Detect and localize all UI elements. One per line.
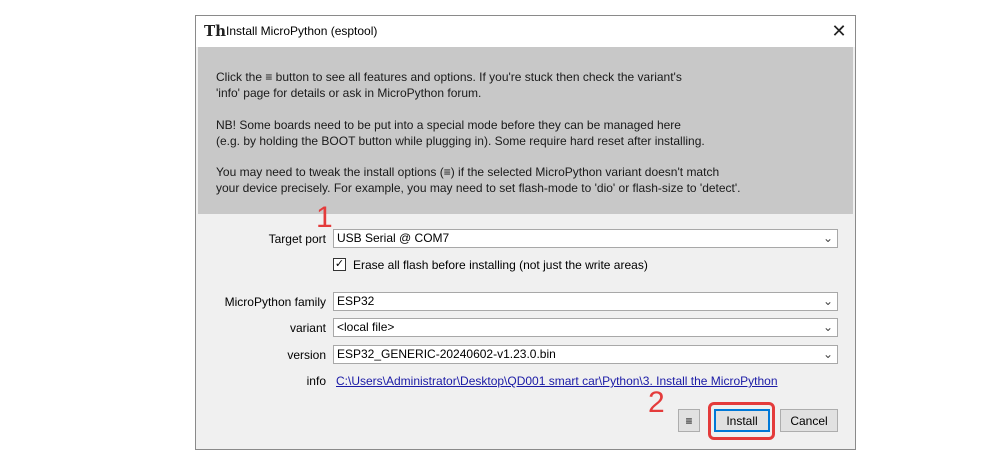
info-link[interactable]: C:\Users\Administrator\Desktop\QD001 sma… bbox=[336, 374, 778, 388]
info-text-line: your device precisely. For example, you … bbox=[216, 181, 741, 195]
info-panel: Click the ≡ button to see all features a… bbox=[198, 47, 853, 214]
info-text-line: (e.g. by holding the BOOT button while p… bbox=[216, 134, 705, 148]
target-port-value: USB Serial @ COM7 bbox=[337, 231, 450, 245]
step-1-annotation: 1 bbox=[316, 201, 333, 234]
chevron-down-icon: ⌄ bbox=[822, 294, 833, 308]
info-text-line: You may need to tweak the install option… bbox=[216, 165, 720, 179]
cancel-button[interactable]: Cancel bbox=[780, 409, 838, 432]
target-port-select[interactable]: USB Serial @ COM7 ⌄ bbox=[333, 229, 838, 248]
variant-value: <local file> bbox=[337, 320, 395, 334]
erase-flash-label[interactable]: Erase all flash before installing (not j… bbox=[353, 258, 648, 272]
erase-flash-checkbox[interactable]: ✓ bbox=[333, 258, 346, 271]
info-text-line: 'info' page for details or ask in MicroP… bbox=[216, 86, 482, 100]
family-value: ESP32 bbox=[337, 294, 375, 308]
family-label: MicroPython family bbox=[224, 295, 326, 309]
chevron-down-icon: ⌄ bbox=[822, 231, 833, 245]
thonny-app-icon: Th bbox=[204, 22, 227, 40]
info-text-line: Click the ≡ button to see all features a… bbox=[216, 70, 682, 84]
step-2-annotation: 2 bbox=[648, 386, 665, 419]
variant-label: variant bbox=[289, 321, 326, 335]
target-port-label: Target port bbox=[268, 232, 326, 246]
title-bar: Th Install MicroPython (esptool) ✕ bbox=[196, 16, 855, 47]
chevron-down-icon: ⌄ bbox=[822, 347, 833, 361]
window-title: Install MicroPython (esptool) bbox=[226, 24, 378, 38]
family-select[interactable]: ESP32 ⌄ bbox=[333, 292, 838, 311]
info-label: info bbox=[306, 374, 326, 388]
info-text-line: NB! Some boards need to be put into a sp… bbox=[216, 118, 681, 132]
options-menu-button[interactable]: ≡ bbox=[678, 409, 700, 432]
version-select[interactable]: ESP32_GENERIC-20240602-v1.23.0.bin ⌄ bbox=[333, 345, 838, 364]
version-label: version bbox=[287, 348, 326, 362]
chevron-down-icon: ⌄ bbox=[822, 320, 833, 334]
install-micropython-dialog: Th Install MicroPython (esptool) ✕ Click… bbox=[195, 15, 856, 450]
variant-select[interactable]: <local file> ⌄ bbox=[333, 318, 838, 337]
version-value: ESP32_GENERIC-20240602-v1.23.0.bin bbox=[337, 347, 556, 361]
install-highlight-annotation bbox=[708, 402, 775, 440]
close-button[interactable]: ✕ bbox=[823, 16, 855, 47]
